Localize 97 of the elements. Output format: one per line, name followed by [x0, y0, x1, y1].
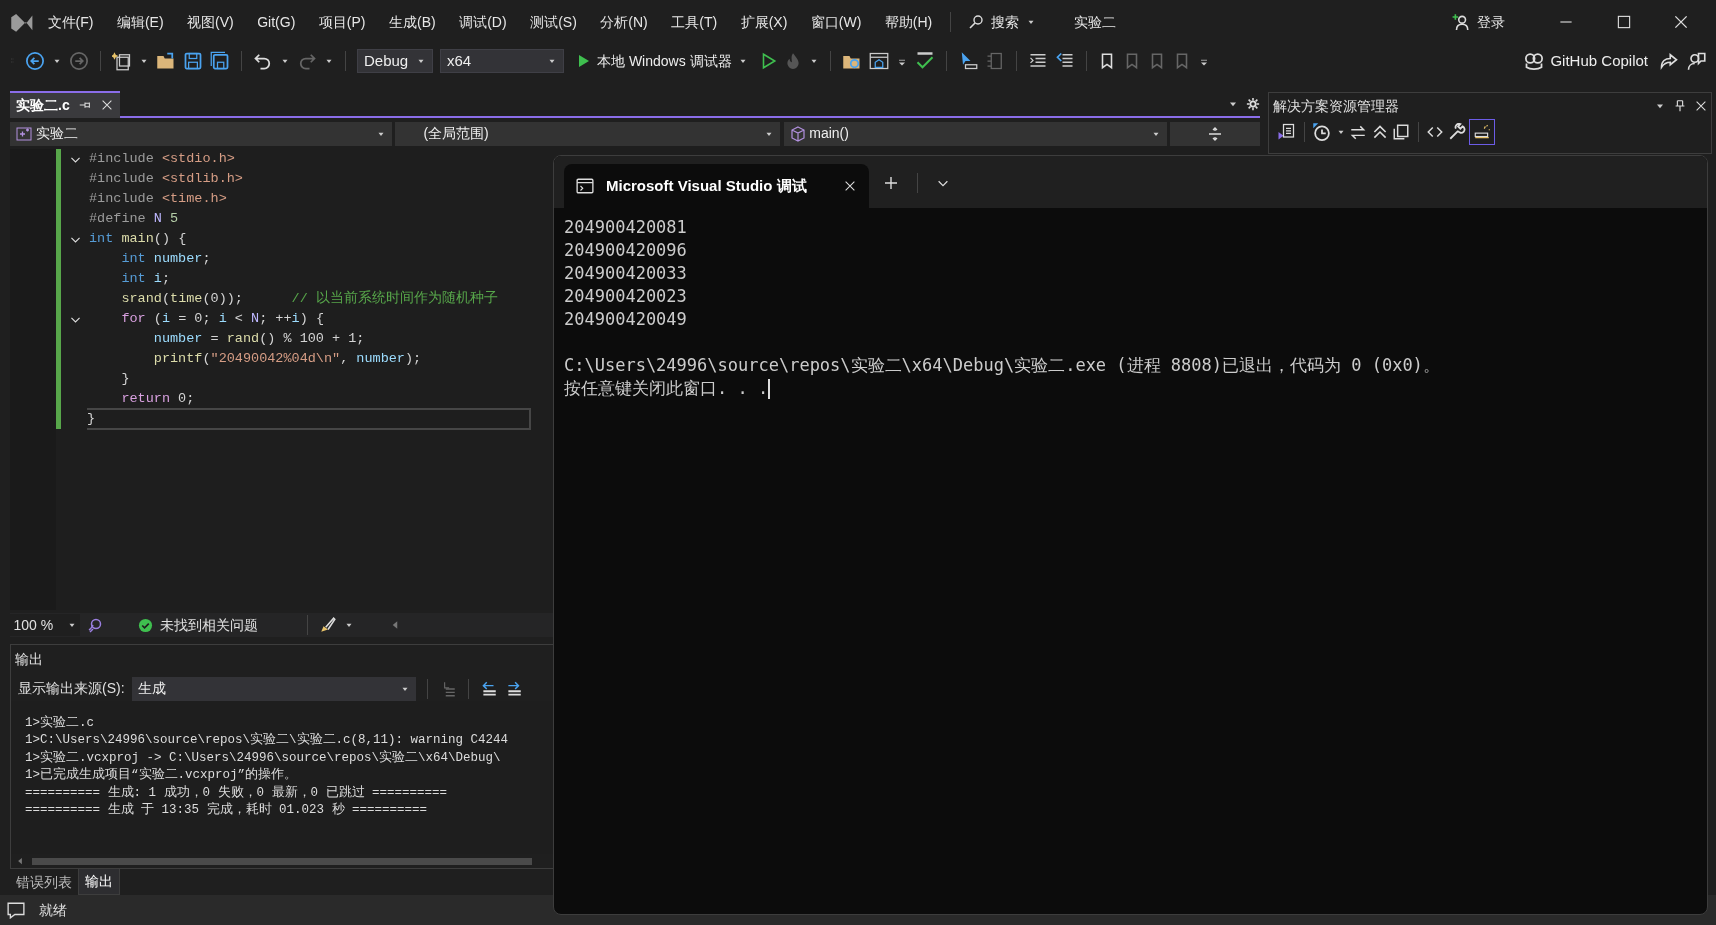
panel-title: 输出	[13, 649, 44, 669]
code-line: int i;	[120, 270, 171, 288]
wrench-icon[interactable]	[1447, 123, 1466, 141]
scrollbar-thumb[interactable]	[31, 857, 532, 865]
new-item-icon[interactable]	[112, 51, 132, 71]
share-icon[interactable]	[1659, 51, 1679, 71]
panel-title: 解决方案资源管理器	[1272, 96, 1400, 116]
code-line: #define N 5	[89, 210, 179, 228]
source-dropdown[interactable]: 生成	[131, 676, 416, 701]
panel-tab[interactable]: 输出	[78, 869, 120, 895]
zoom-dropdown[interactable]: 100 %	[10, 614, 80, 636]
menu-item[interactable]: 测试(S)	[520, 7, 587, 37]
code-line: #include <stdio.h>	[89, 150, 235, 168]
spell-check-icon[interactable]	[914, 51, 935, 71]
menu-item[interactable]: 生成(B)	[379, 7, 446, 37]
split-icon[interactable]	[1207, 125, 1224, 142]
code-line: #include <time.h>	[89, 190, 227, 208]
menu-item[interactable]: 编辑(E)	[106, 7, 174, 37]
search-icon[interactable]	[968, 14, 985, 30]
text-cursor	[768, 378, 770, 399]
console-line: 204900420023	[564, 285, 688, 308]
code-line: #include <stdlib.h>	[89, 170, 243, 188]
undo-icon[interactable]	[253, 51, 273, 71]
menu-item[interactable]: 分析(N)	[590, 7, 658, 37]
output-line: ========== 生成: 1 成功，0 失败，0 最新，0 已跳过 ==========	[25, 784, 449, 802]
output-line: 1>C:\Users\24996\source\repos\实验二\实验二.c(8,11): warning C4244	[25, 732, 510, 749]
window-icon[interactable]	[868, 51, 889, 71]
console-line: 204900420049	[564, 308, 688, 331]
output-line: 1>已完成生成项目“实验二.vcxproj”的操作。	[25, 767, 298, 784]
menu-item[interactable]: 视图(V)	[177, 7, 244, 37]
project-dropdown[interactable]: 实验二	[10, 121, 392, 146]
code-line: }	[87, 408, 531, 430]
project-icon[interactable]	[16, 125, 32, 142]
run-button[interactable]: 本地 Windows 调试器	[571, 50, 752, 72]
console-tab[interactable]: Microsoft Visual Studio 调试	[564, 164, 869, 208]
back-icon[interactable]	[25, 51, 45, 71]
code-line: int main() {	[89, 230, 187, 248]
feedback-icon[interactable]	[1686, 51, 1706, 71]
forward-icon[interactable]	[69, 51, 89, 71]
console-line: C:\Users\24996\source\repos\实验二\x64\Debug\实验二.exe (进程 8808)已退出，代码为 0 (0x0)。	[564, 354, 1440, 377]
menu-item[interactable]: 调试(D)	[449, 7, 517, 37]
copilot-icon[interactable]	[1524, 51, 1545, 71]
open-folder-icon[interactable]	[156, 51, 176, 71]
close-icon[interactable]	[843, 179, 857, 193]
preview-icon[interactable]	[1473, 123, 1492, 141]
notification-icon[interactable]	[7, 901, 25, 919]
cleanup-icon[interactable]	[319, 616, 337, 634]
issues-status: 未找到相关问题	[160, 615, 258, 635]
save-icon[interactable]	[183, 51, 203, 71]
output-line: ========== 生成 于 13:35 完成，耗时 01.023 秒 ==========	[25, 802, 429, 819]
console-line: 204900420033	[564, 262, 688, 285]
code-line: }	[120, 370, 130, 388]
close-icon[interactable]	[1672, 13, 1690, 31]
platform-dropdown[interactable]: x64	[440, 49, 564, 73]
check-icon[interactable]	[138, 617, 153, 633]
history-icon[interactable]	[1312, 122, 1333, 142]
menu-item[interactable]: 帮助(H)	[874, 7, 943, 37]
redo-icon[interactable]	[297, 51, 317, 71]
split-button[interactable]	[1170, 121, 1261, 146]
copilot-button[interactable]: GitHub Copilot	[1520, 49, 1652, 73]
new-tab-icon[interactable]	[883, 174, 899, 191]
status-text: 就绪	[39, 900, 67, 920]
copies-icon[interactable]	[1392, 123, 1411, 141]
console-line: 按任意键关闭此窗口. . .	[564, 377, 769, 400]
scope-dropdown[interactable]: (全局范围)	[395, 121, 781, 146]
code-line: srand(time(0)); // 以当前系统时间作为随机种子	[120, 290, 498, 308]
output-line: 1>实验二.c	[25, 714, 95, 732]
menu-item[interactable]: 扩展(X)	[730, 7, 798, 37]
configuration-dropdown[interactable]: Debug	[357, 49, 433, 73]
previous-message-icon[interactable]	[479, 679, 498, 698]
save-all-icon[interactable]	[210, 51, 230, 71]
panel-tab[interactable]: 错误列表	[10, 869, 78, 895]
code-line: printf("20490042%04d\n", number);	[152, 350, 422, 368]
code-line: return 0;	[120, 390, 195, 408]
code-line: for (i = 0; i < N; ++i) {	[120, 310, 324, 328]
menu-item[interactable]: Git(G)	[247, 7, 306, 37]
sync-icon[interactable]	[1349, 123, 1368, 141]
member-dropdown[interactable]: main()	[783, 121, 1167, 146]
menu-item[interactable]: 文件(F)	[37, 7, 104, 37]
menu-item[interactable]: 工具(T)	[661, 7, 728, 37]
menu-item[interactable]: 项目(P)	[308, 7, 376, 37]
menu-item[interactable]: 窗口(W)	[800, 7, 872, 37]
terminal-icon[interactable]	[576, 177, 594, 195]
console-line: 204900420096	[564, 239, 688, 262]
code-line: int number;	[120, 250, 211, 268]
add-person-icon[interactable]	[1451, 13, 1470, 31]
search-button[interactable]: 搜索	[958, 7, 1047, 37]
sign-in-button[interactable]: 登录	[1441, 7, 1515, 37]
solution-icon[interactable]	[1276, 122, 1297, 142]
document-tab[interactable]: 实验二.c	[10, 90, 120, 118]
cube-icon[interactable]	[789, 125, 806, 142]
solution-name: 实验二	[1072, 12, 1117, 32]
output-line: 1>实验二.vcxproj -> C:\Users\24996\source\repos\实验二\x64\Debug\	[25, 749, 502, 767]
source-label: 显示输出来源(S):	[18, 679, 125, 698]
settings-icon[interactable]	[1246, 97, 1261, 111]
code-line: number = rand() % 100 + 1;	[152, 330, 365, 348]
console-line: 204900420081	[564, 216, 688, 239]
